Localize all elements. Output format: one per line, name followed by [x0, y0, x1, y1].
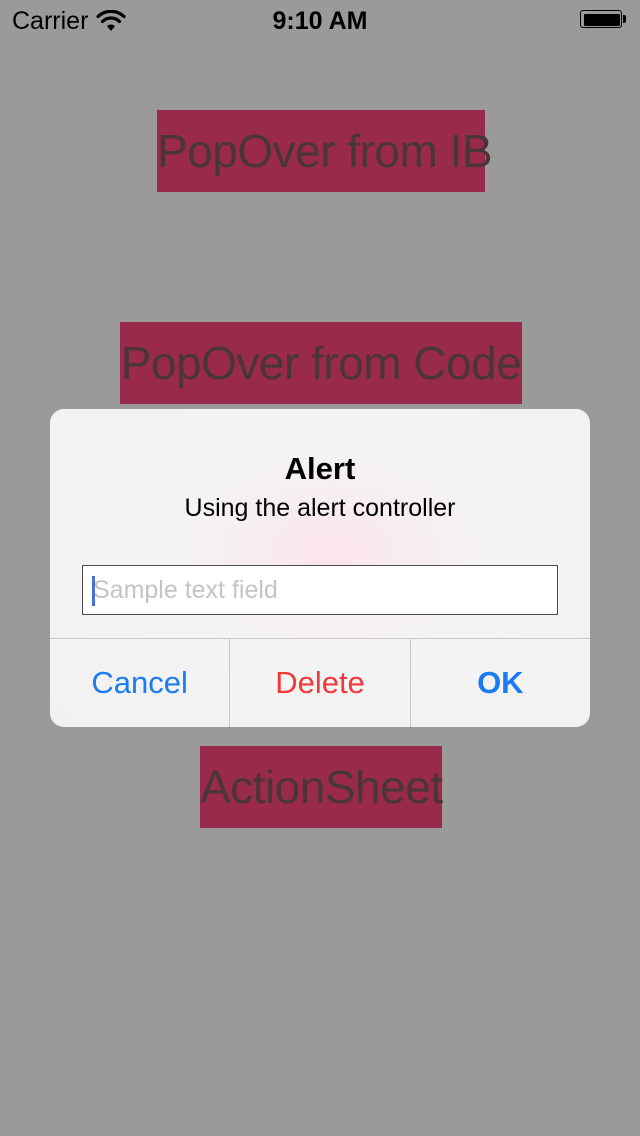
- status-time: 9:10 AM: [272, 7, 368, 35]
- status-bar: Carrier 9:10 AM: [0, 0, 640, 40]
- battery-full-icon: [580, 10, 628, 30]
- cancel-button[interactable]: Cancel: [50, 639, 229, 727]
- ok-button[interactable]: OK: [409, 639, 590, 727]
- alert-dialog: Alert Using the alert controller Cancel …: [50, 409, 590, 727]
- alert-message: Using the alert controller: [184, 494, 456, 522]
- action-sheet-button[interactable]: ActionSheet: [200, 746, 443, 828]
- text-cursor: [92, 576, 95, 606]
- sample-text-field[interactable]: [82, 565, 558, 615]
- alert-actions: Cancel Delete OK: [50, 639, 590, 727]
- popover-from-ib-button[interactable]: PopOver from IB: [157, 110, 493, 192]
- sample-text-input[interactable]: [83, 566, 557, 614]
- alert-title: Alert: [284, 451, 356, 486]
- popover-from-code-button[interactable]: PopOver from Code: [120, 322, 522, 404]
- delete-button[interactable]: Delete: [229, 639, 409, 727]
